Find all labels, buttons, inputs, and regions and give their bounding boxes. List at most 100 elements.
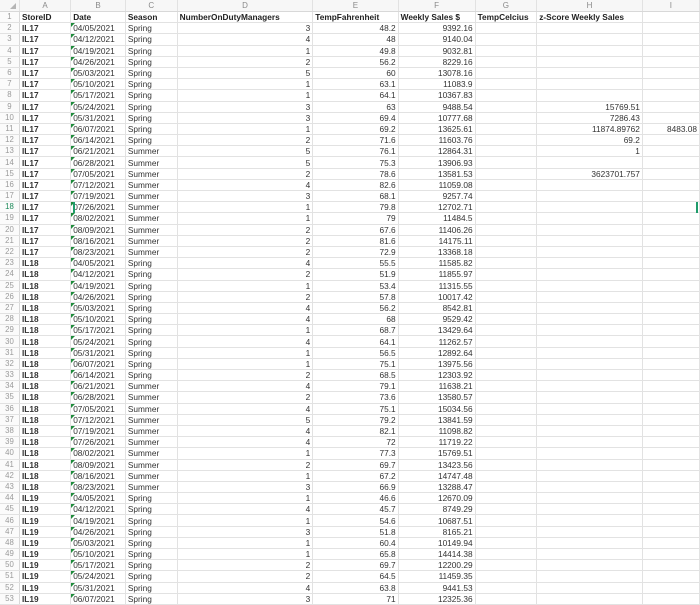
cell-weekly-sales[interactable]: 12325.36 <box>398 593 476 605</box>
cell-managers[interactable]: 2 <box>177 570 314 583</box>
cell-managers[interactable]: 1 <box>177 123 314 136</box>
cell-season[interactable]: Summer <box>125 470 178 482</box>
column-header-i[interactable]: I <box>642 0 700 12</box>
row-number[interactable]: 50 <box>0 559 20 572</box>
cell-zscore[interactable]: 69.2 <box>536 134 643 147</box>
cell-date[interactable]: 05/31/2021 <box>70 112 126 124</box>
cell-temp-f[interactable]: 72 <box>312 436 399 449</box>
cell-date[interactable]: 05/17/2021 <box>70 324 126 337</box>
cell-date[interactable]: 05/31/2021 <box>70 582 126 594</box>
column-header-d[interactable]: D <box>177 0 314 12</box>
cell-season[interactable]: Spring <box>125 22 178 35</box>
row-number[interactable]: 25 <box>0 280 20 292</box>
cell-temp-c[interactable] <box>475 145 538 158</box>
header-cell-storeid[interactable]: StoreID <box>19 11 72 24</box>
cell-storeid[interactable]: IL19 <box>19 537 72 550</box>
cell-temp-f[interactable]: 57.8 <box>312 291 399 303</box>
cell-temp-c[interactable] <box>475 33 538 46</box>
cell-temp-c[interactable] <box>475 459 538 471</box>
cell-temp-f[interactable]: 82.1 <box>312 425 399 438</box>
row-number[interactable]: 28 <box>0 313 20 326</box>
cell-weekly-sales[interactable]: 10777.68 <box>398 112 476 124</box>
cell-storeid[interactable]: IL18 <box>19 347 72 359</box>
cell-zscore[interactable]: 1 <box>536 145 643 158</box>
cell-season[interactable]: Summer <box>125 235 178 247</box>
cell-storeid[interactable]: IL17 <box>19 112 72 124</box>
row-number[interactable]: 42 <box>0 470 20 482</box>
cell-temp-c[interactable] <box>475 291 538 303</box>
cell-season[interactable]: Spring <box>125 89 178 102</box>
cell-i[interactable] <box>642 548 700 561</box>
cell-storeid[interactable]: IL18 <box>19 257 72 270</box>
cell-season[interactable]: Summer <box>125 459 178 471</box>
cell-weekly-sales[interactable]: 8542.81 <box>398 302 476 315</box>
row-number[interactable]: 18 <box>0 201 20 214</box>
cell-zscore[interactable] <box>536 447 643 460</box>
cell-date[interactable]: 04/19/2021 <box>70 45 126 57</box>
cell-managers[interactable]: 4 <box>177 425 314 438</box>
cell-managers[interactable]: 1 <box>177 347 314 359</box>
cell-zscore[interactable] <box>536 470 643 482</box>
cell-season[interactable]: Spring <box>125 324 178 337</box>
row-number[interactable]: 3 <box>0 33 20 46</box>
row-number[interactable]: 38 <box>0 425 20 438</box>
cell-date[interactable]: 07/19/2021 <box>70 190 126 203</box>
cell-temp-f[interactable]: 71.6 <box>312 134 399 147</box>
cell-date[interactable]: 04/12/2021 <box>70 268 126 281</box>
cell-zscore[interactable] <box>536 537 643 550</box>
cell-temp-f[interactable]: 79.8 <box>312 201 399 214</box>
cell-managers[interactable]: 2 <box>177 246 314 259</box>
row-number[interactable]: 32 <box>0 358 20 371</box>
cell-temp-c[interactable] <box>475 403 538 415</box>
cell-weekly-sales[interactable]: 11059.08 <box>398 179 476 192</box>
row-number[interactable]: 34 <box>0 380 20 393</box>
cell-storeid[interactable]: IL19 <box>19 582 72 594</box>
cell-managers[interactable]: 4 <box>177 313 314 326</box>
cell-temp-f[interactable]: 64.1 <box>312 335 399 348</box>
cell-storeid[interactable]: IL17 <box>19 224 72 236</box>
cell-managers[interactable]: 5 <box>177 145 314 158</box>
cell-i[interactable] <box>642 78 700 91</box>
column-header-e[interactable]: E <box>312 0 399 12</box>
cell-i[interactable] <box>642 89 700 102</box>
row-number[interactable]: 6 <box>0 67 20 80</box>
row-number[interactable]: 51 <box>0 570 20 583</box>
cell-managers[interactable]: 5 <box>177 156 314 169</box>
cell-i[interactable] <box>642 212 700 225</box>
cell-zscore[interactable] <box>536 459 643 471</box>
cell-date[interactable]: 04/05/2021 <box>70 257 126 270</box>
cell-storeid[interactable]: IL18 <box>19 414 72 426</box>
cell-managers[interactable]: 2 <box>177 235 314 247</box>
cell-date[interactable]: 04/19/2021 <box>70 514 126 527</box>
cell-weekly-sales[interactable]: 13975.56 <box>398 358 476 371</box>
cell-zscore[interactable] <box>536 358 643 371</box>
cell-zscore[interactable] <box>536 492 643 505</box>
row-number[interactable]: 14 <box>0 156 20 169</box>
cell-season[interactable]: Spring <box>125 358 178 371</box>
cell-storeid[interactable]: IL18 <box>19 436 72 449</box>
cell-temp-f[interactable]: 79 <box>312 212 399 225</box>
cell-season[interactable]: Summer <box>125 380 178 393</box>
cell-date[interactable]: 08/23/2021 <box>70 481 126 494</box>
cell-weekly-sales[interactable]: 11585.82 <box>398 257 476 270</box>
cell-temp-c[interactable] <box>475 559 538 572</box>
cell-date[interactable]: 08/02/2021 <box>70 447 126 460</box>
cell-i[interactable] <box>642 324 700 337</box>
cell-zscore[interactable] <box>536 224 643 236</box>
row-number[interactable]: 19 <box>0 212 20 225</box>
cell-storeid[interactable]: IL19 <box>19 593 72 605</box>
cell-season[interactable]: Spring <box>125 570 178 583</box>
row-number[interactable]: 9 <box>0 101 20 113</box>
cell-temp-c[interactable] <box>475 570 538 583</box>
cell-temp-f[interactable]: 72.9 <box>312 246 399 259</box>
cell-date[interactable]: 04/26/2021 <box>70 291 126 303</box>
cell-storeid[interactable]: IL17 <box>19 145 72 158</box>
cell-storeid[interactable]: IL17 <box>19 22 72 35</box>
cell-temp-f[interactable]: 46.6 <box>312 492 399 505</box>
row-number[interactable]: 21 <box>0 235 20 247</box>
cell-zscore[interactable] <box>536 548 643 561</box>
cell-zscore[interactable]: 15769.51 <box>536 101 643 113</box>
cell-i[interactable] <box>642 291 700 303</box>
cell-zscore[interactable] <box>536 514 643 527</box>
cell-temp-f[interactable]: 69.2 <box>312 123 399 136</box>
